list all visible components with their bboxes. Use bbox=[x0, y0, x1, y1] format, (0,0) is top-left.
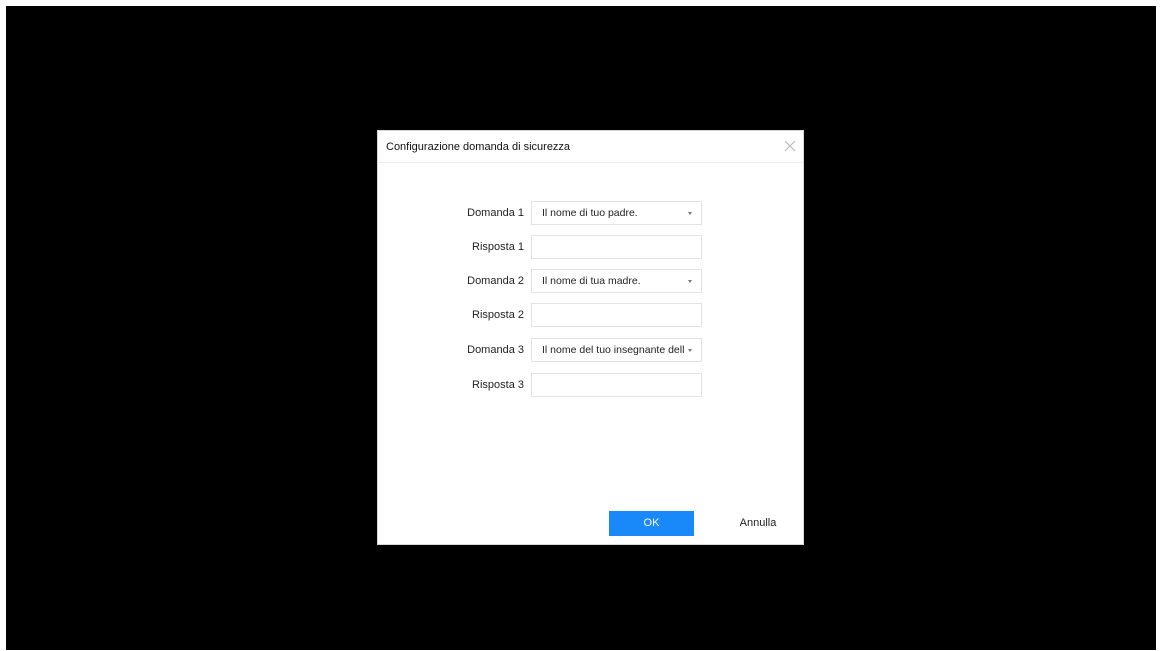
ok-button[interactable]: OK bbox=[609, 511, 694, 536]
screen-backdrop: Configurazione domanda di sicurezza Doma… bbox=[6, 6, 1156, 650]
answer-3-row: Risposta 3 bbox=[378, 373, 803, 397]
close-button[interactable] bbox=[783, 139, 797, 153]
answer-1-label: Risposta 1 bbox=[472, 241, 524, 253]
answer-2-row: Risposta 2 bbox=[378, 303, 803, 327]
question-1-select[interactable]: Il nome di tuo padre. bbox=[531, 201, 702, 225]
answer-1-input[interactable] bbox=[531, 235, 702, 259]
question-2-label: Domanda 2 bbox=[467, 275, 524, 287]
answer-3-label: Risposta 3 bbox=[472, 379, 524, 391]
dialog-title: Configurazione domanda di sicurezza bbox=[386, 141, 571, 153]
question-2-value: Il nome di tua madre. bbox=[542, 275, 641, 287]
question-1-value: Il nome di tuo padre. bbox=[542, 207, 638, 219]
close-icon bbox=[784, 140, 796, 152]
chevron-down-icon bbox=[688, 212, 692, 215]
security-question-dialog: Configurazione domanda di sicurezza Doma… bbox=[377, 130, 804, 545]
question-3-label: Domanda 3 bbox=[467, 344, 524, 356]
dialog-header: Configurazione domanda di sicurezza bbox=[378, 131, 803, 163]
question-2-select[interactable]: Il nome di tua madre. bbox=[531, 269, 702, 293]
answer-2-label: Risposta 2 bbox=[472, 309, 524, 321]
chevron-down-icon bbox=[688, 349, 692, 352]
question-3-select[interactable]: Il nome del tuo insegnante delle element… bbox=[531, 338, 702, 362]
cancel-button[interactable]: Annulla bbox=[728, 511, 788, 536]
answer-3-input[interactable] bbox=[531, 373, 702, 397]
question-1-row: Domanda 1 Il nome di tuo padre. bbox=[378, 201, 803, 225]
question-3-row: Domanda 3 Il nome del tuo insegnante del… bbox=[378, 338, 803, 362]
chevron-down-icon bbox=[688, 280, 692, 283]
question-1-label: Domanda 1 bbox=[467, 207, 524, 219]
question-3-value: Il nome del tuo insegnante delle element… bbox=[542, 344, 684, 356]
answer-2-input[interactable] bbox=[531, 303, 702, 327]
answer-1-row: Risposta 1 bbox=[378, 235, 803, 259]
question-2-row: Domanda 2 Il nome di tua madre. bbox=[378, 269, 803, 293]
